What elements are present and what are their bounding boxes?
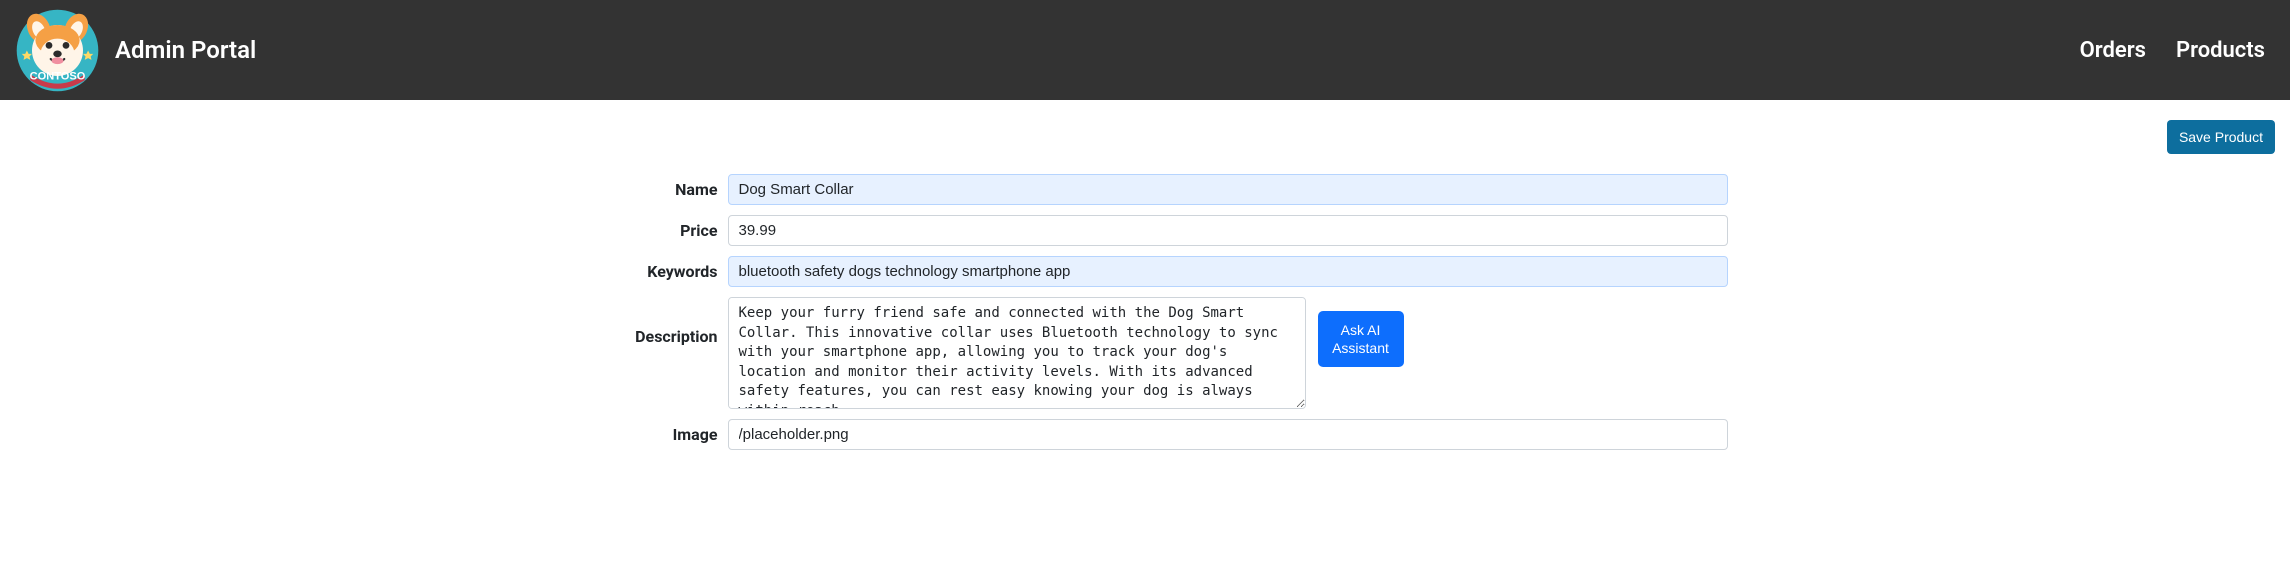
image-input[interactable] [728,419,1728,450]
form-row-image: Image [563,419,1728,450]
product-form: Name Price Keywords Description Ask AI A… [563,174,1728,450]
nav-products[interactable]: Products [2176,38,2265,63]
label-keywords: Keywords [563,262,728,281]
nav-orders[interactable]: Orders [2080,38,2146,63]
top-actions: Save Product [15,120,2275,154]
description-textarea[interactable] [728,297,1306,409]
form-row-description: Description Ask AI Assistant [563,297,1728,409]
label-name: Name [563,180,728,199]
header-nav: Orders Products [2080,38,2275,63]
form-row-keywords: Keywords [563,256,1728,287]
save-product-button[interactable]: Save Product [2167,120,2275,154]
label-image: Image [563,425,728,444]
logo-icon: CONTOSO [15,8,100,93]
keywords-input[interactable] [728,256,1728,287]
ask-ai-assistant-button[interactable]: Ask AI Assistant [1318,311,1404,367]
form-row-name: Name [563,174,1728,205]
label-description: Description [563,297,728,346]
svg-text:CONTOSO: CONTOSO [30,70,86,82]
price-input[interactable] [728,215,1728,246]
header-left: CONTOSO Admin Portal [15,8,256,93]
portal-title: Admin Portal [115,36,256,64]
form-row-price: Price [563,215,1728,246]
header: CONTOSO Admin Portal Orders Products [0,0,2290,100]
label-price: Price [563,221,728,240]
content: Save Product Name Price Keywords Descrip… [0,100,2290,480]
name-input[interactable] [728,174,1728,205]
